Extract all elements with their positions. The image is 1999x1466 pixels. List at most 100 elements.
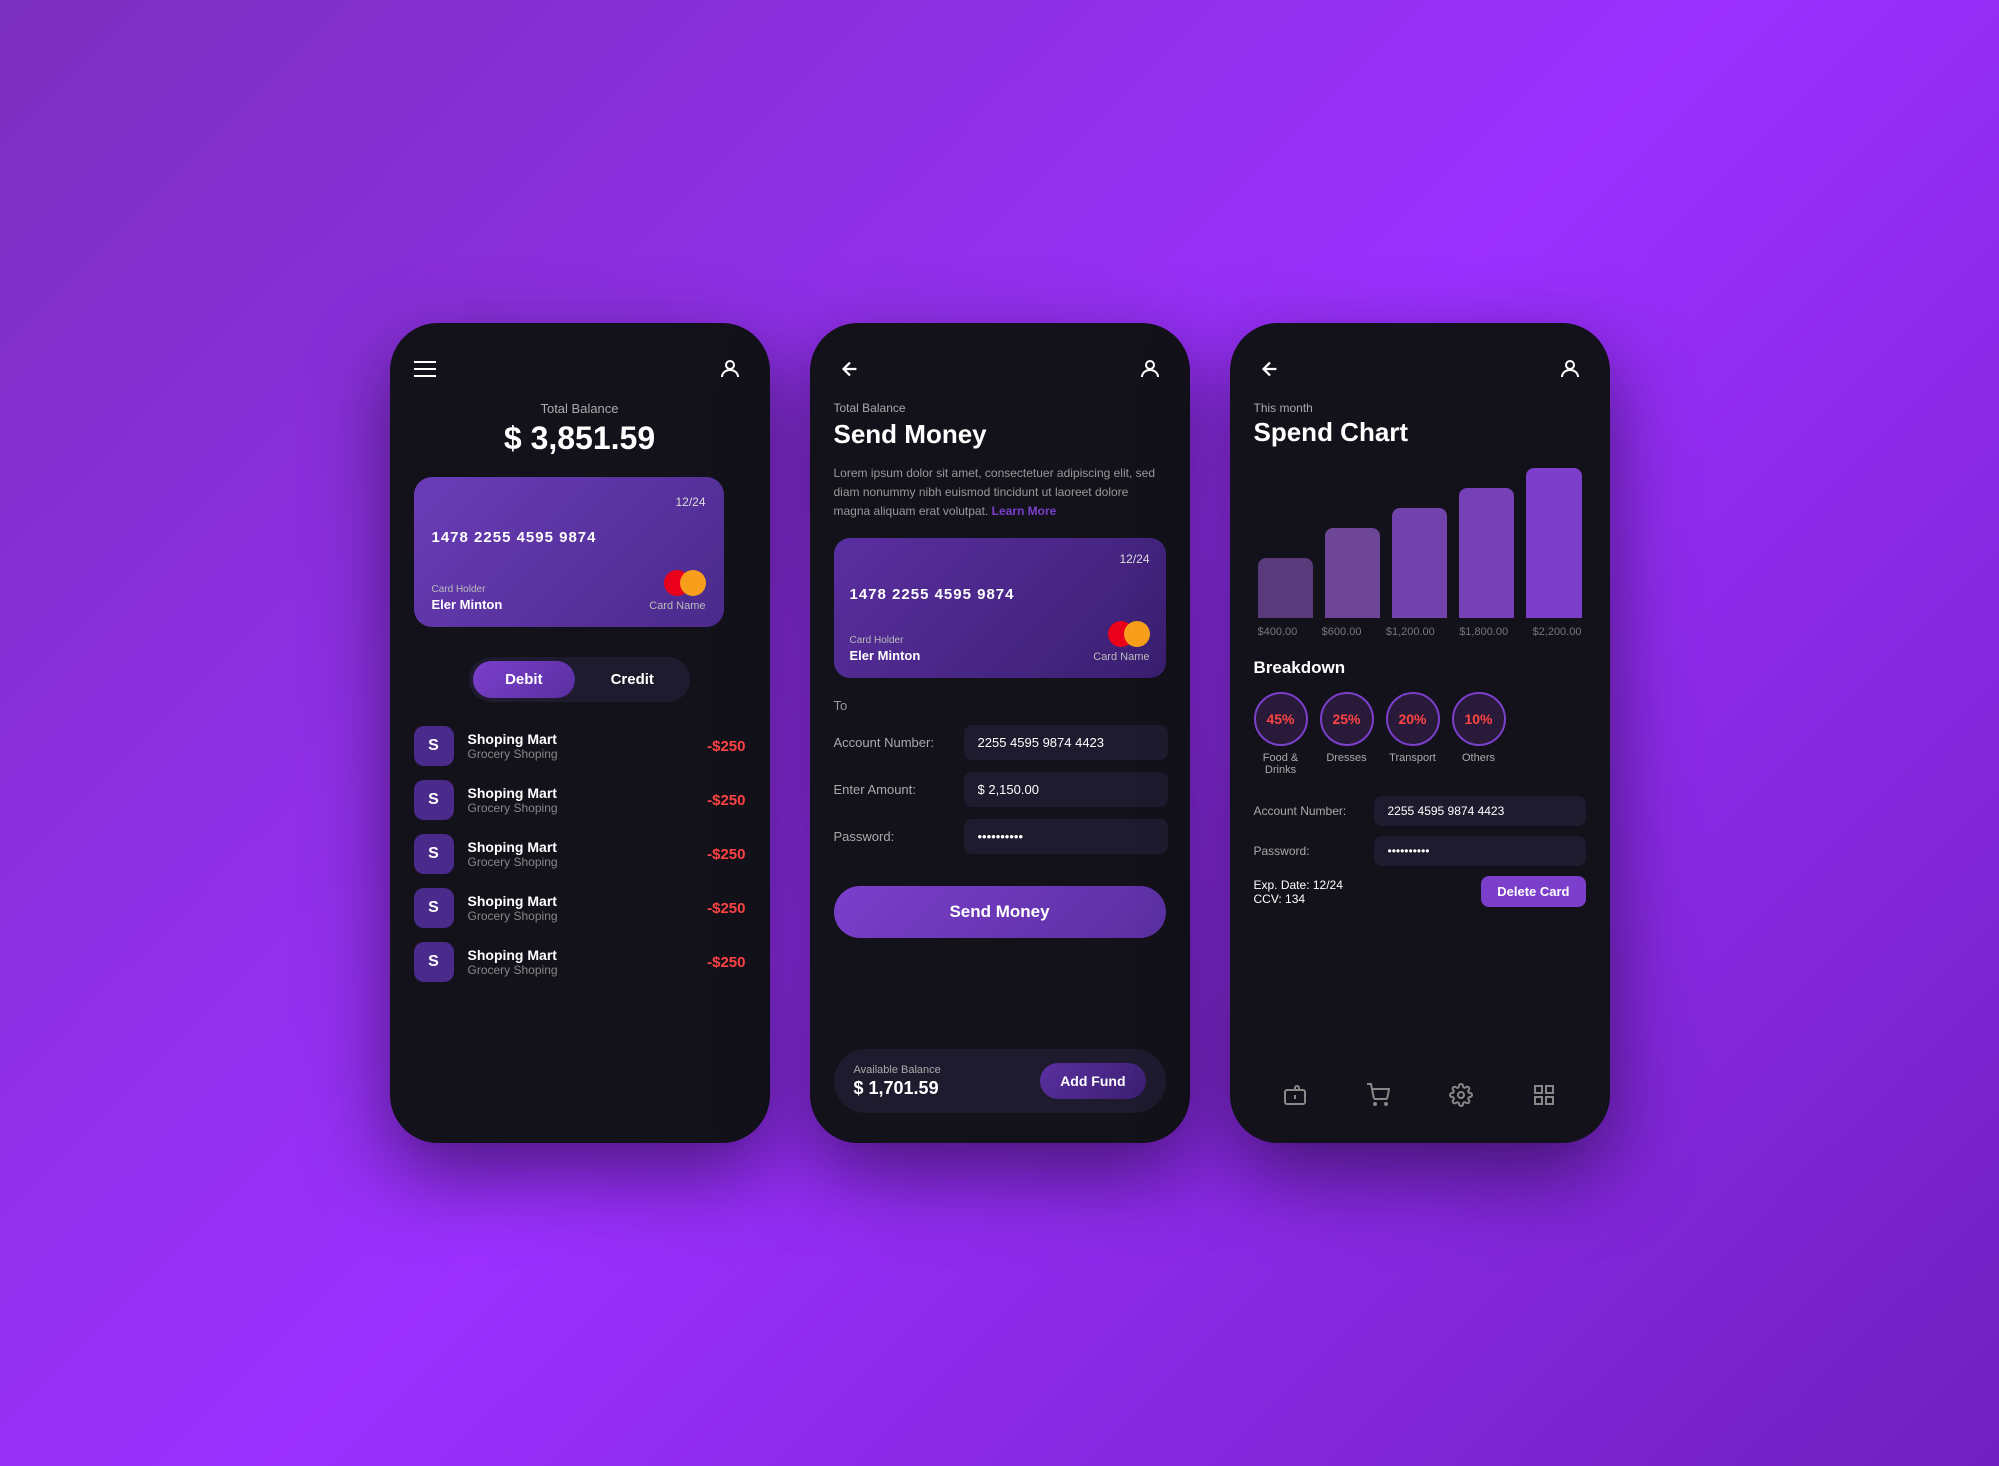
breakdown-circle-food: 45% [1254,692,1308,746]
tx-sub-2: Grocery Shoping [468,801,694,815]
balance-amount: $ 3,851.59 [414,420,746,457]
s2-card-right: Card Name [1093,621,1149,663]
card-number: 1478 2255 4595 9874 [432,529,706,546]
available-amount: $ 1,701.59 [854,1078,941,1099]
profile-icon-s3[interactable] [1554,353,1586,385]
s2-card[interactable]: 12/24 1478 2255 4595 9874 Card Holder El… [834,538,1166,678]
tx-amount-4: -$250 [707,900,745,917]
grid-icon[interactable] [1532,1083,1556,1113]
add-fund-button[interactable]: Add Fund [1040,1063,1145,1099]
table-row[interactable]: S Shoping Mart Grocery Shoping -$250 [414,726,746,766]
cd-expdate-label: Exp. Date: 12/24 [1254,878,1472,892]
spend-bar-chart [1254,458,1586,618]
bar-1 [1258,458,1313,618]
tab-row: Debit Credit [414,657,746,702]
chart-label-2: $600.00 [1322,626,1362,638]
card-holder-name: Eler Minton [432,597,503,612]
send-money-button[interactable]: Send Money [834,886,1166,938]
tx-sub-4: Grocery Shoping [468,909,694,923]
back-icon-s3[interactable] [1254,353,1286,385]
tab-container: Debit Credit [469,657,690,702]
breakdown-circle-transport: 20% [1386,692,1440,746]
password-label: Password: [834,829,954,844]
wallet-icon[interactable] [1283,1083,1307,1113]
nav-bar [1254,1071,1586,1113]
card-details: Account Number: 2255 4595 9874 4423 Pass… [1254,796,1586,917]
card-main[interactable]: 12/24 1478 2255 4595 9874 Card Holder El… [414,477,724,627]
tx-amount-5: -$250 [707,954,745,971]
screen1-header [414,353,746,385]
tx-name-4: Shoping Mart [468,893,694,909]
learn-more-link[interactable]: Learn More [992,504,1057,518]
profile-icon[interactable] [714,353,746,385]
tx-name-3: Shoping Mart [468,839,694,855]
available-label: Available Balance [854,1064,941,1076]
tx-avatar-2: S [414,780,454,820]
card-holder-info: Card Holder Eler Minton [432,584,503,612]
s2-card-name-label: Card Name [1093,651,1149,663]
breakdown-food: 45% Food &Drinks [1254,692,1308,776]
delete-card-button[interactable]: Delete Card [1481,876,1585,907]
tx-amount-1: -$250 [707,738,745,755]
tx-name-5: Shoping Mart [468,947,694,963]
amount-input[interactable] [964,772,1168,807]
card-name-label: Card Name [649,600,705,612]
to-label: To [834,698,1166,713]
hamburger-icon[interactable] [414,361,436,377]
password-input[interactable] [964,819,1168,854]
cart-icon[interactable] [1366,1083,1390,1113]
table-row[interactable]: S Shoping Mart Grocery Shoping -$250 [414,888,746,928]
tx-info-3: Shoping Mart Grocery Shoping [468,839,694,869]
tx-name-1: Shoping Mart [468,731,694,747]
credit-tab[interactable]: Credit [579,661,686,698]
tx-avatar-4: S [414,888,454,928]
transaction-list: S Shoping Mart Grocery Shoping -$250 S S… [414,726,746,982]
tx-avatar-5: S [414,942,454,982]
settings-icon[interactable] [1449,1083,1473,1113]
card-carousel: Card Holder Goutam 12/24 1478 2255 4595 … [414,477,746,637]
table-row[interactable]: S Shoping Mart Grocery Shoping -$250 [414,942,746,982]
mastercard-icon [664,570,706,596]
account-number-input[interactable] [964,725,1168,760]
cd-expdate-row: Exp. Date: 12/24 CCV: 134 Delete Card [1254,876,1586,907]
cd-expdate-ccv: Exp. Date: 12/24 CCV: 134 [1254,878,1472,906]
tx-info-1: Shoping Mart Grocery Shoping [468,731,694,761]
send-money-form: To Account Number: Enter Amount: Passwor… [834,698,1166,866]
table-row[interactable]: S Shoping Mart Grocery Shoping -$250 [414,780,746,820]
s2-description: Lorem ipsum dolor sit amet, consectetuer… [834,464,1166,522]
this-month-label: This month [1254,401,1586,415]
table-row[interactable]: S Shoping Mart Grocery Shoping -$250 [414,834,746,874]
tx-sub-5: Grocery Shoping [468,963,694,977]
amount-label: Enter Amount: [834,782,954,797]
cd-password-label: Password: [1254,844,1364,858]
available-balance-info: Available Balance $ 1,701.59 [854,1064,941,1099]
breakdown-name-others: Others [1462,752,1495,764]
s3-page-title: Spend Chart [1254,417,1586,448]
breakdown-circle-dresses: 25% [1320,692,1374,746]
chart-label-3: $1,200.00 [1386,626,1435,638]
s2-balance-label: Total Balance [834,401,1166,415]
balance-label: Total Balance [414,401,746,416]
chart-label-4: $1,800.00 [1459,626,1508,638]
back-icon[interactable] [834,353,866,385]
screen3-header [1254,353,1586,385]
breakdown-circle-others: 10% [1452,692,1506,746]
debit-tab[interactable]: Debit [473,661,575,698]
chart-label-1: $400.00 [1258,626,1298,638]
screen2-header [834,353,1166,385]
breakdown-title: Breakdown [1254,658,1586,678]
card-right: Card Name [649,570,705,612]
chart-label-5: $2,200.00 [1533,626,1582,638]
s2-page-title: Send Money [834,419,1166,450]
cd-account-row: Account Number: 2255 4595 9874 4423 [1254,796,1586,826]
breakdown-dresses: 25% Dresses [1320,692,1374,776]
amount-row: Enter Amount: [834,772,1166,807]
bar-4 [1459,458,1514,618]
tx-avatar-3: S [414,834,454,874]
profile-icon-s2[interactable] [1134,353,1166,385]
tx-sub-1: Grocery Shoping [468,747,694,761]
breakdown-name-transport: Transport [1389,752,1436,764]
account-number-row: Account Number: [834,725,1166,760]
breakdown-name-dresses: Dresses [1326,752,1366,764]
bar-3 [1392,458,1447,618]
